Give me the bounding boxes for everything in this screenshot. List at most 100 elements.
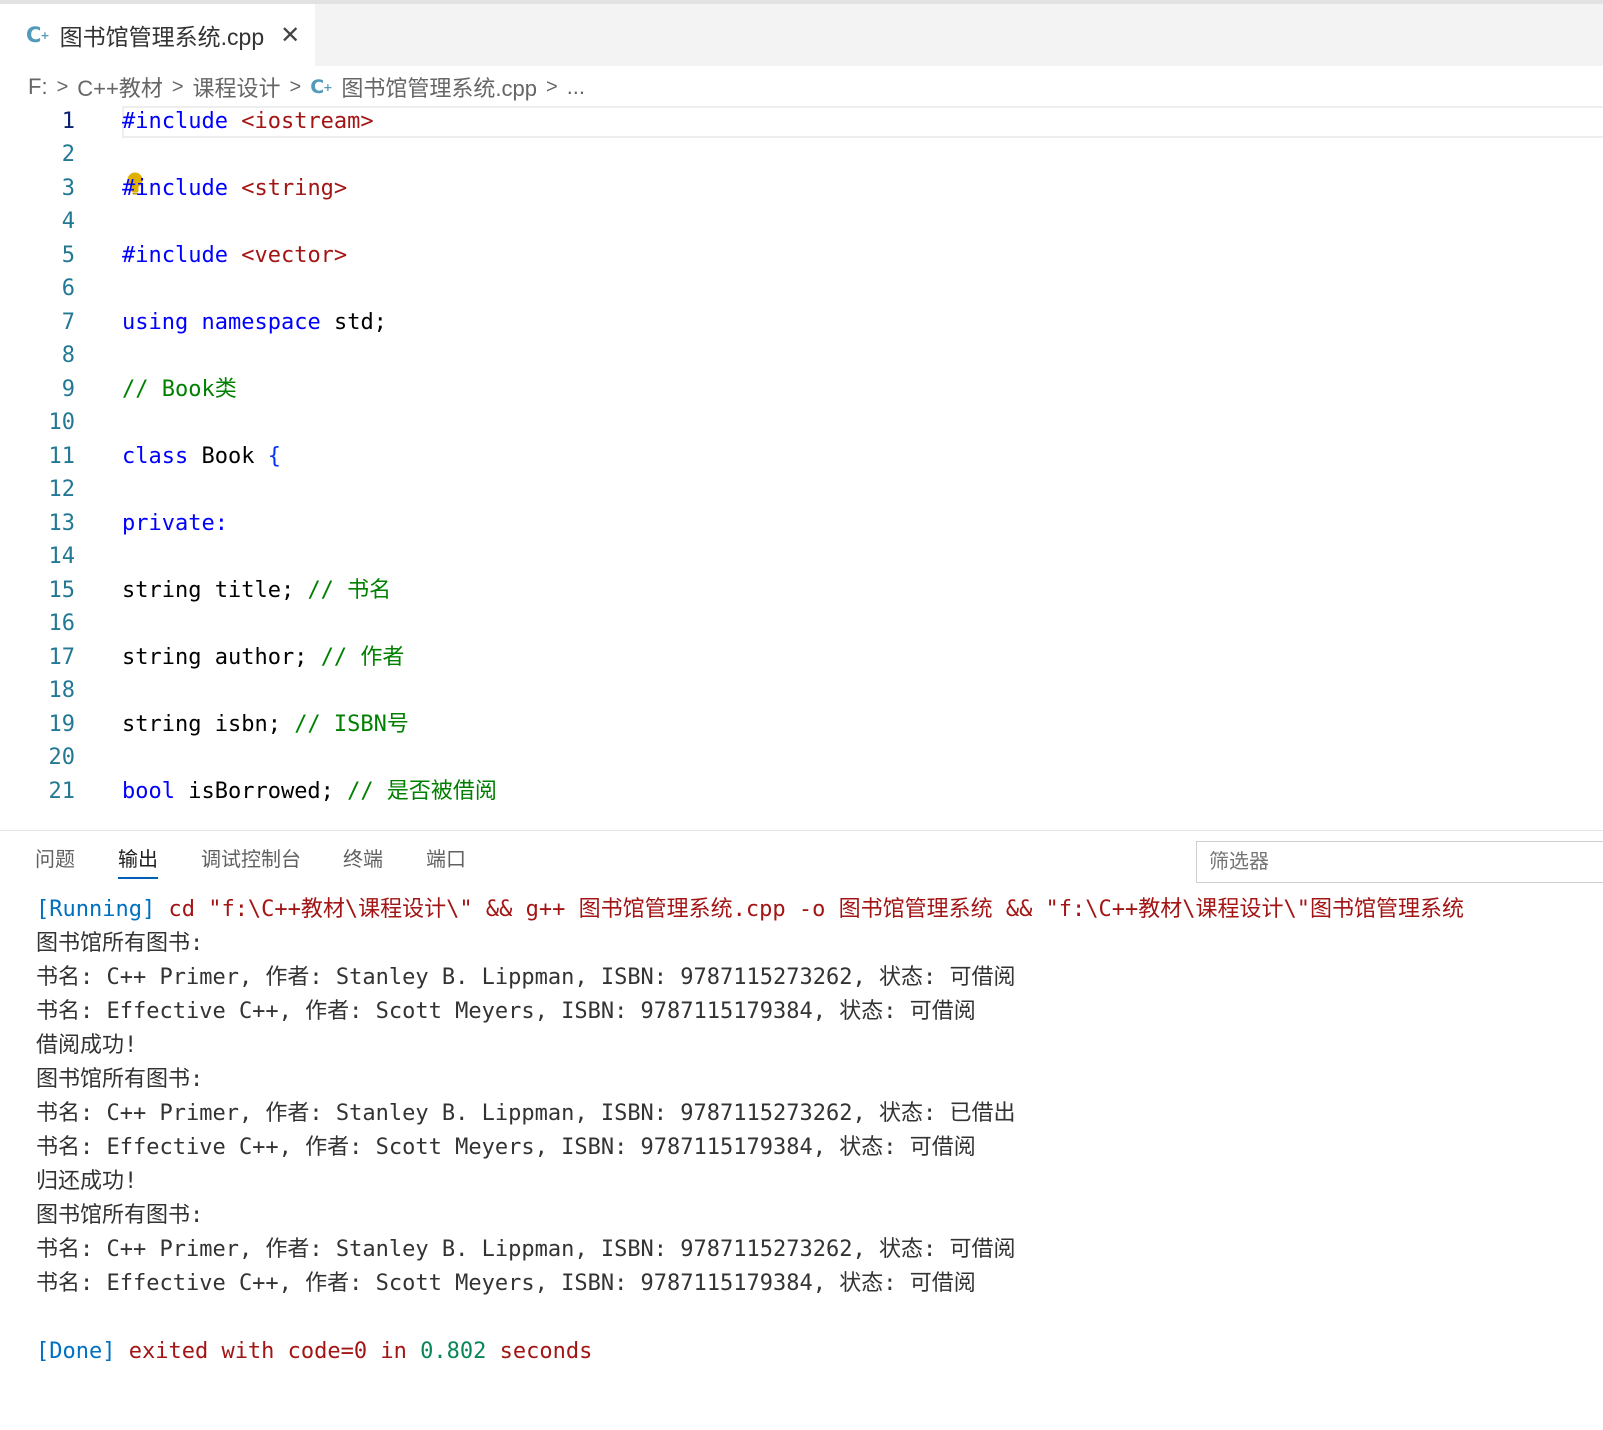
output-line: 书名: C++ Primer, 作者: Stanley B. Lippman, … <box>36 965 1016 990</box>
keyword-token: class <box>122 444 189 469</box>
code-line-6[interactable]: 6 <box>0 272 1603 306</box>
code-line-12[interactable]: 12 <box>0 473 1603 507</box>
output-line: 借阅成功! <box>36 1033 138 1058</box>
cpp-file-icon: C + <box>26 23 50 47</box>
chevron-right-icon: > <box>171 75 184 98</box>
output-line: 书名: C++ Primer, 作者: Stanley B. Lippman, … <box>36 1101 1016 1126</box>
code-line-16[interactable]: 16 <box>0 607 1603 641</box>
done-text: exited with <box>115 1339 288 1364</box>
code-line-20[interactable]: 20 <box>0 741 1603 775</box>
keyword-token: #include <box>122 109 228 134</box>
code-text: string title; // 书名 <box>122 574 391 608</box>
breadcrumb-item-drive[interactable]: F: <box>28 74 48 100</box>
running-tag: [Running] <box>36 897 156 922</box>
code-text: bool isBorrowed; // 是否被借阅 <box>122 775 497 809</box>
tab-debug-console[interactable]: 调试控制台 <box>201 843 301 877</box>
line-number: 4 <box>61 209 75 234</box>
line-number: 16 <box>48 611 76 636</box>
exit-code: code=0 <box>287 1339 368 1364</box>
line-number: 17 <box>48 645 76 670</box>
code-line-5[interactable]: 5 #include <vector> <box>0 239 1603 273</box>
line-number: 1 <box>61 109 75 134</box>
code-line-17[interactable]: 17 string author; // 作者 <box>0 641 1603 675</box>
breadcrumb-item-symbol[interactable]: ... <box>567 74 585 100</box>
cpp-file-icon: C + <box>310 76 333 98</box>
output-line: 书名: Effective C++, 作者: Scott Meyers, ISB… <box>36 1135 976 1160</box>
code-line-8[interactable]: 8 <box>0 339 1603 373</box>
chevron-right-icon: > <box>289 75 302 98</box>
editor-tab-active[interactable]: C + 图书馆管理系统.cpp ✕ <box>0 4 315 66</box>
keyword-token: namespace <box>201 310 321 335</box>
breadcrumb-item-folder[interactable]: C++教材 <box>77 71 163 103</box>
running-command: cd "f:\C++教材\课程设计\" && g++ 图书馆管理系统.cpp -… <box>155 897 1465 922</box>
filter-input[interactable] <box>1196 841 1603 883</box>
output-line: 图书馆所有图书: <box>36 1203 204 1228</box>
breadcrumb: F: > C++教材 > 课程设计 > C + 图书馆管理系统.cpp > ... <box>28 68 585 106</box>
comment-token: // 作者 <box>320 645 405 670</box>
code-text: using namespace std; <box>122 306 387 340</box>
output-line: 书名: C++ Primer, 作者: Stanley B. Lippman, … <box>36 1237 1016 1262</box>
chevron-right-icon: > <box>56 75 69 98</box>
tab-label: 图书馆管理系统.cpp <box>59 24 265 50</box>
include-path-token: <string> <box>227 176 348 201</box>
keyword-token: private: <box>122 511 228 536</box>
output-line: 归还成功! <box>36 1169 138 1194</box>
code-line-4[interactable]: 4 <box>0 205 1603 239</box>
identifier-token: string author; <box>122 645 321 670</box>
output-running-line: [Running] cd "f:\C++教材\课程设计\" && g++ 图书馆… <box>36 893 1464 927</box>
code-line-9[interactable]: 9 // Book类 <box>0 373 1603 407</box>
line-number: 9 <box>61 377 75 402</box>
code-text: #include <vector> <box>122 239 347 273</box>
code-line-14[interactable]: 14 <box>0 540 1603 574</box>
comment-token: // Book类 <box>122 377 237 402</box>
identifier-token: string isbn; <box>122 712 295 737</box>
keyword-token: using <box>122 310 189 335</box>
include-path-token: <iostream> <box>227 109 374 134</box>
comment-token: // 是否被借阅 <box>347 779 497 804</box>
code-line-13[interactable]: 13 private: <box>0 507 1603 541</box>
identifier-token: Book <box>188 444 268 469</box>
line-number: 5 <box>61 243 75 268</box>
comment-token: // 书名 <box>307 578 392 603</box>
line-number: 13 <box>48 511 76 536</box>
tab-ports[interactable]: 端口 <box>426 843 466 877</box>
code-line-3[interactable]: 3 #include <string> <box>0 172 1603 206</box>
keyword-token: #include <box>122 243 228 268</box>
code-line-15[interactable]: 15 string title; // 书名 <box>0 574 1603 608</box>
code-editor[interactable]: 1 #include <iostream> 2 3 #include <stri… <box>0 106 1603 830</box>
code-line-21[interactable]: 21 bool isBorrowed; // 是否被借阅 <box>0 775 1603 809</box>
line-number: 14 <box>48 544 76 569</box>
code-line-18[interactable]: 18 <box>0 674 1603 708</box>
output-line: 图书馆所有图书: <box>36 1067 204 1092</box>
line-number: 8 <box>61 343 75 368</box>
tab-output[interactable]: 输出 <box>118 843 158 879</box>
breadcrumb-item-subfolder[interactable]: 课程设计 <box>193 71 281 103</box>
output-line: 书名: Effective C++, 作者: Scott Meyers, ISB… <box>36 1271 976 1296</box>
identifier-token: isBorrowed; <box>174 779 348 804</box>
code-text: // Book类 <box>122 373 237 407</box>
done-text: in <box>367 1339 421 1364</box>
code-line-11[interactable]: 11 class Book { <box>0 440 1603 474</box>
line-number: 18 <box>48 678 76 703</box>
elapsed-time: 0.802 <box>420 1339 487 1364</box>
line-number: 7 <box>61 310 75 335</box>
breadcrumb-item-file[interactable]: 图书馆管理系统.cpp <box>341 71 537 103</box>
close-icon[interactable]: ✕ <box>280 21 300 50</box>
tab-terminal[interactable]: 终端 <box>343 843 383 877</box>
include-path-token: <vector> <box>227 243 348 268</box>
code-line-10[interactable]: 10 <box>0 406 1603 440</box>
line-number: 12 <box>48 477 76 502</box>
code-line-2[interactable]: 2 <box>0 138 1603 195</box>
identifier-token: std; <box>320 310 387 335</box>
tab-problems[interactable]: 问题 <box>35 843 75 877</box>
code-line-1[interactable]: 1 #include <iostream> <box>0 106 1603 139</box>
line-number: 11 <box>48 444 76 469</box>
keyword-token: #include <box>122 176 228 201</box>
code-line-7[interactable]: 7 using namespace std; <box>0 306 1603 340</box>
code-text: private: <box>122 507 228 541</box>
code-text: class Book { <box>122 440 281 474</box>
done-tag: [Done] <box>36 1339 116 1364</box>
code-line-19[interactable]: 19 string isbn; // ISBN号 <box>0 708 1603 742</box>
bottom-panel: 问题 输出 调试控制台 终端 端口 [Running] cd "f:\C++教材… <box>0 830 1603 1430</box>
